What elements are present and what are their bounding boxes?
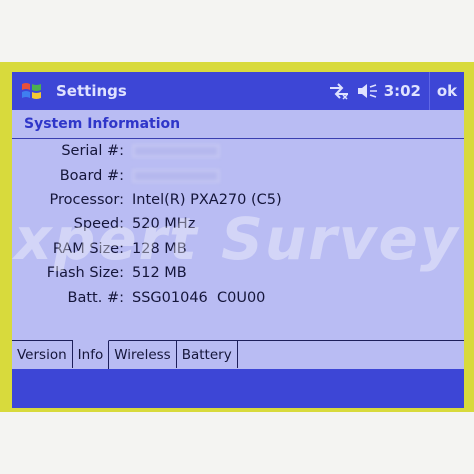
window-title: Settings [56, 82, 127, 100]
info-value: 520 MHz [132, 216, 196, 233]
menu-bar [12, 369, 464, 408]
info-row-serial: Serial #: [12, 139, 464, 163]
tab-info[interactable]: Info [72, 340, 110, 369]
section-title: System Information [24, 116, 181, 132]
obscured-value [132, 168, 220, 183]
speaker-icon[interactable] [356, 82, 378, 100]
windows-flag-icon [22, 83, 41, 99]
info-row-board: Board #: [12, 163, 464, 187]
info-label: RAM Size: [52, 240, 124, 257]
system-tray: 3:02 [328, 82, 421, 100]
info-label: Processor: [49, 191, 124, 208]
info-value: Intel(R) PXA270 (C5) [132, 191, 282, 208]
info-value: SSG01046 C0U00 [132, 289, 266, 306]
info-row-speed: Speed: 520 MHz [12, 212, 464, 236]
info-label: Speed: [73, 216, 124, 233]
info-value: 128 MB [132, 240, 187, 257]
device-screen: Settings 3:02 ok System Information Seri… [12, 72, 464, 408]
info-row-processor: Processor: Intel(R) PXA270 (C5) [12, 188, 464, 212]
info-row-battery: Batt. #: SSG01046 C0U00 [12, 285, 464, 309]
info-label: Serial #: [61, 143, 124, 160]
info-label: Batt. #: [67, 289, 124, 306]
tab-strip: Version Info Wireless Battery [12, 340, 464, 369]
tab-battery[interactable]: Battery [177, 341, 238, 368]
clock[interactable]: 3:02 [384, 82, 421, 100]
info-value: 512 MB [132, 265, 187, 282]
info-row-flash: Flash Size: 512 MB [12, 261, 464, 285]
start-button[interactable] [12, 72, 52, 110]
tab-wireless[interactable]: Wireless [109, 341, 177, 368]
obscured-value [132, 144, 220, 159]
system-info-list: Serial #: Board #: Processor: Intel(R) P… [12, 139, 464, 339]
section-header: System Information [12, 110, 464, 139]
info-row-ram: RAM Size: 128 MB [12, 237, 464, 261]
info-label: Flash Size: [46, 265, 124, 282]
tab-version[interactable]: Version [12, 341, 73, 368]
info-label: Board #: [59, 167, 124, 184]
connectivity-icon[interactable] [328, 82, 350, 100]
ok-button[interactable]: ok [429, 72, 464, 110]
title-bar: Settings 3:02 ok [12, 72, 464, 110]
